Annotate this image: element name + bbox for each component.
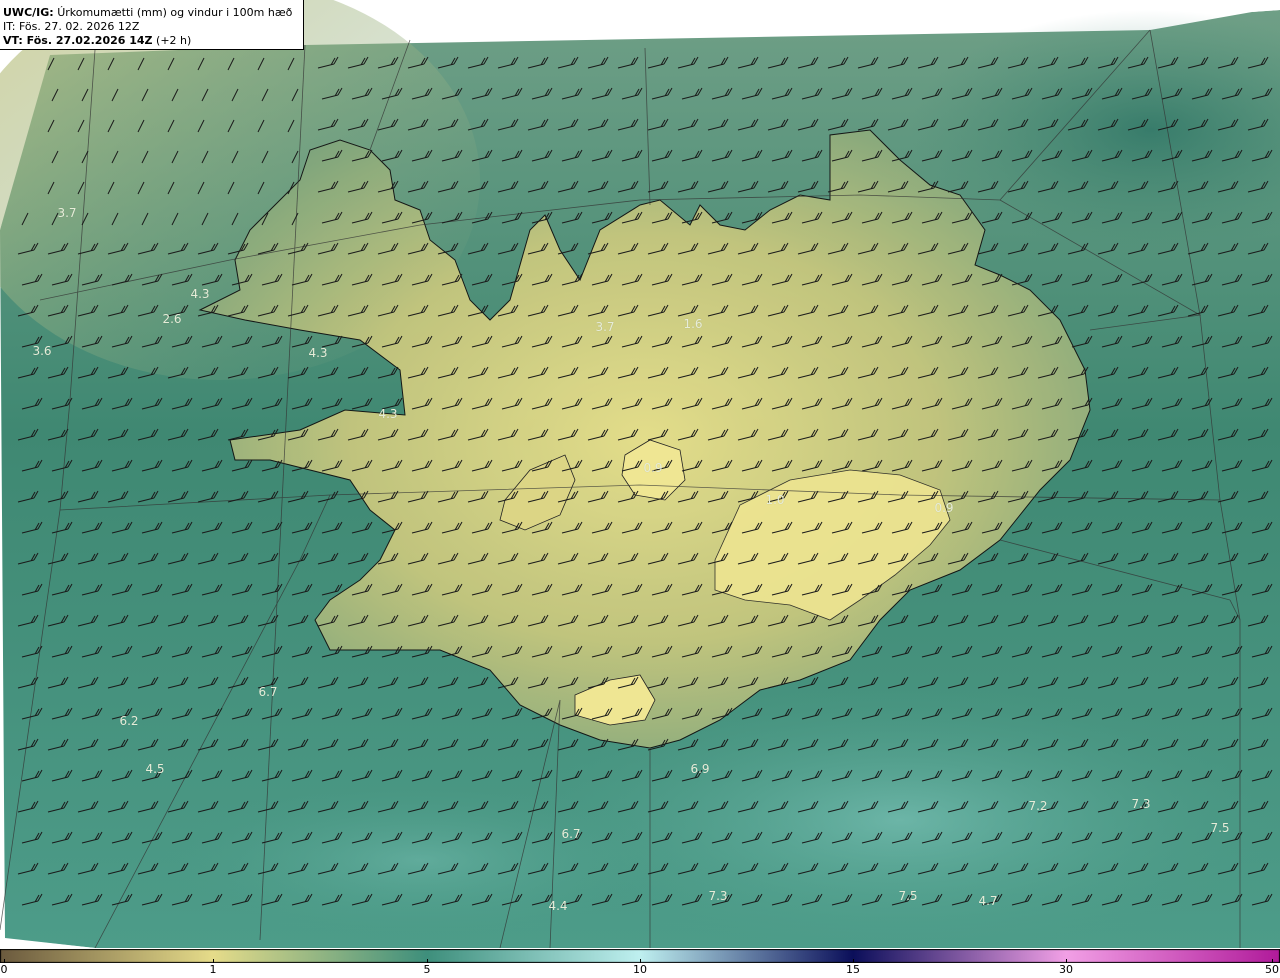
colorbar-tick-label: 10 [633, 963, 647, 976]
map-value-label: 1.0 [765, 493, 785, 507]
lead-time: (+2 h) [156, 34, 192, 47]
map-value-label: 4.7 [978, 894, 998, 908]
map-value-label: 6.9 [690, 762, 710, 776]
precipitable-water-map [0, 0, 1280, 948]
map-value-label: 3.7 [57, 206, 77, 220]
map-value-label: 4.3 [308, 346, 328, 360]
map-value-label: 4.4 [548, 899, 568, 913]
map-value-label: 4.3 [190, 287, 210, 301]
colorbar-tick-label: 1 [209, 963, 217, 976]
colorbar-tick-label: 0 [0, 963, 8, 976]
product-name: UWC/IG: [3, 6, 54, 19]
map-title-box: UWC/IG: Úrkomumætti (mm) og vindur i 100… [0, 0, 304, 50]
map-value-label: 7.3 [1131, 797, 1151, 811]
map-value-label: 6.7 [561, 827, 581, 841]
map-value-label: 7.5 [1210, 821, 1230, 835]
map-value-label: 7.2 [1028, 799, 1048, 813]
colorbar-tick-label: 5 [423, 963, 431, 976]
issue-time: IT: Fös. 27. 02. 2026 12Z [3, 20, 140, 33]
map-value-label: 3.6 [32, 344, 52, 358]
map-value-label: 0.9 [643, 461, 663, 475]
field-description: Úrkomumætti (mm) og vindur i 100m hæð [57, 6, 293, 19]
colorbar-tick-label: 15 [846, 963, 860, 976]
map-value-label: 1.6 [683, 317, 703, 331]
map-value-label: 6.7 [258, 685, 278, 699]
valid-time: VT: Fös. 27.02.2026 14Z [3, 34, 153, 47]
map-value-label: 4.5 [145, 762, 165, 776]
map-value-label: 4.3 [378, 407, 398, 421]
map-value-label: 3.7 [595, 320, 615, 334]
colorbar-tick-label: 50 [1265, 963, 1279, 976]
map-value-label: 6.2 [119, 714, 139, 728]
map-value-label: 2.6 [162, 312, 182, 326]
map-value-label: 7.3 [708, 889, 728, 903]
colorbar-tick-label: 30 [1059, 963, 1073, 976]
map-value-label: 7.5 [898, 889, 918, 903]
map-value-label: 0.9 [934, 501, 954, 515]
